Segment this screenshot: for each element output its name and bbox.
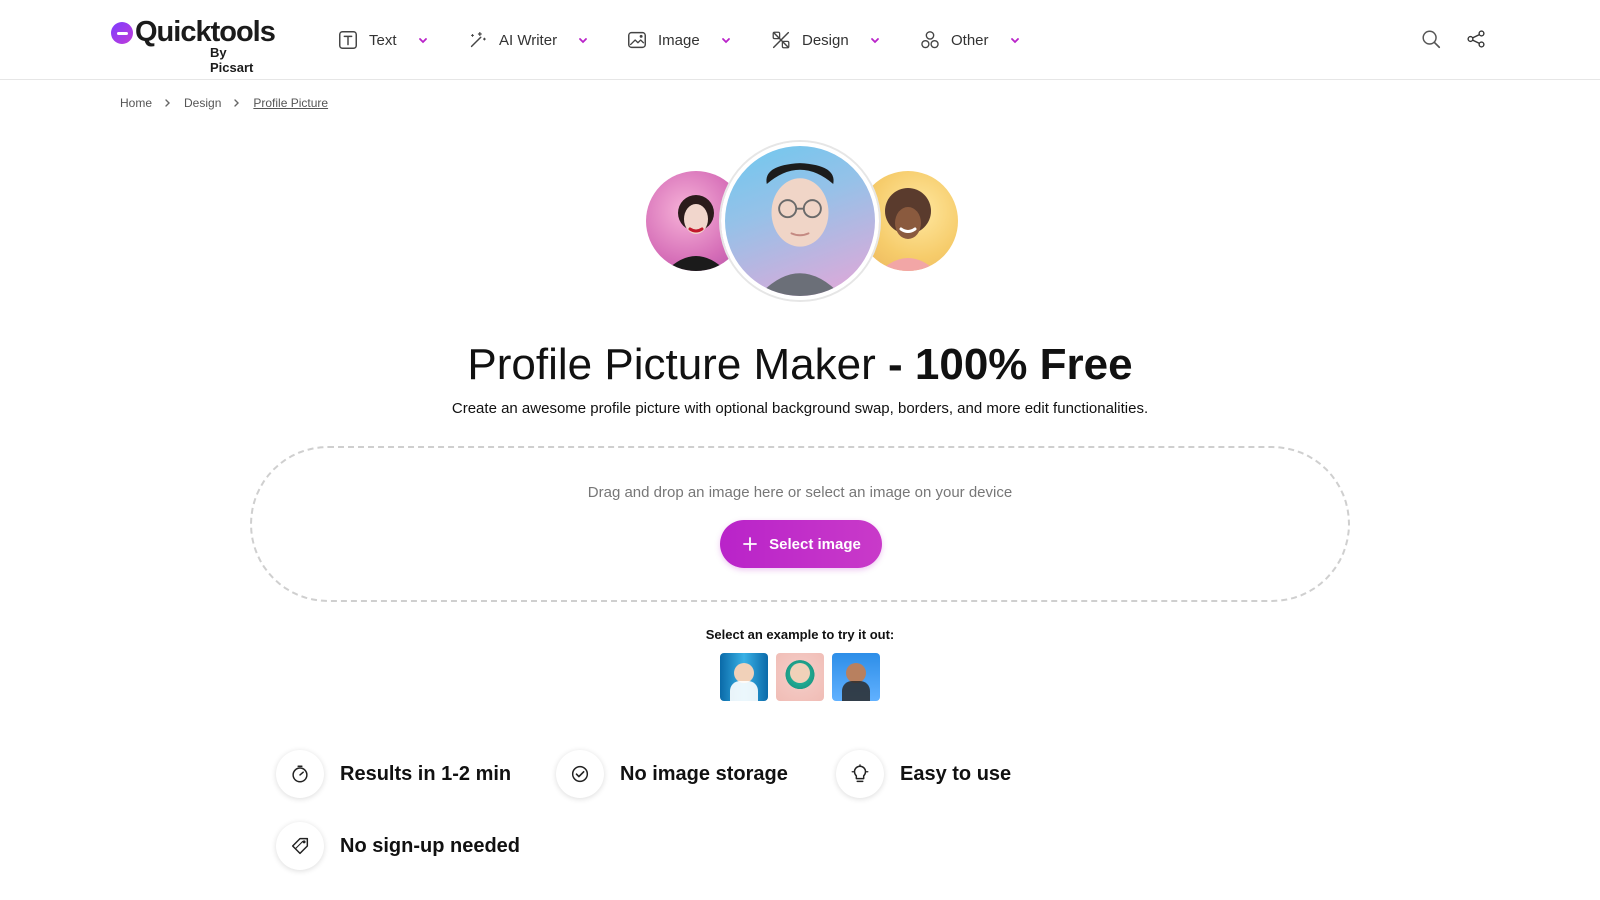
- feature-label-no-image-storage: No image storage: [620, 762, 788, 785]
- check-circle-icon: [569, 763, 591, 785]
- feature-icon-wrap: [276, 750, 324, 798]
- page-subtitle: Create an awesome profile picture with o…: [451, 400, 1149, 417]
- page-title-main: Profile Picture Maker: [467, 340, 888, 389]
- nav-label-text: Text: [369, 31, 397, 49]
- chevron-down-icon: [417, 34, 429, 46]
- quicktools-logo-mark: [111, 22, 133, 44]
- feature-easy-to-use: Easy to use: [836, 750, 1011, 798]
- magic-wand-icon: [467, 29, 489, 51]
- nav-label-image: Image: [658, 31, 700, 49]
- breadcrumb-current[interactable]: Profile Picture: [253, 96, 328, 110]
- feature-icon-wrap: [556, 750, 604, 798]
- chevron-down-icon: [869, 34, 881, 46]
- example-person-body: [730, 681, 758, 701]
- feature-icon-wrap: [276, 822, 324, 870]
- example-person-head: [846, 663, 866, 683]
- example-thumbnail-1[interactable]: [720, 653, 768, 701]
- nav-item-text[interactable]: Text: [337, 26, 429, 54]
- nav-item-other[interactable]: Other: [919, 26, 1021, 54]
- share-icon[interactable]: [1465, 28, 1487, 50]
- design-tools-icon: [770, 29, 792, 51]
- logo-subtitle: By Picsart: [210, 45, 254, 75]
- chevron-right-icon: [162, 97, 174, 109]
- feature-no-image-storage: No image storage: [556, 750, 788, 798]
- avatar-cluster: [640, 138, 960, 308]
- example-person-head: [790, 663, 810, 683]
- example-thumbnail-2[interactable]: [776, 653, 824, 701]
- text-box-icon: [337, 29, 359, 51]
- feature-no-sign-up: No sign-up needed: [276, 822, 520, 870]
- page-title: Profile Picture Maker - 100% Free: [0, 340, 1600, 390]
- nav-label-ai-writer: AI Writer: [499, 31, 558, 49]
- example-thumbnail-3[interactable]: [832, 653, 880, 701]
- breadcrumb: Home Design Profile Picture: [120, 96, 328, 110]
- example-label: Select an example to try it out:: [705, 627, 895, 642]
- feature-label-no-sign-up: No sign-up needed: [340, 834, 520, 857]
- breadcrumb-home[interactable]: Home: [120, 96, 152, 110]
- chevron-right-icon: [231, 97, 243, 109]
- tag-icon: [289, 835, 311, 857]
- avatar-man-featured: [721, 142, 879, 300]
- stopwatch-icon: [289, 763, 311, 785]
- shapes-icon: [919, 29, 941, 51]
- example-person-body: [842, 681, 870, 701]
- chevron-down-icon: [1009, 34, 1021, 46]
- image-dropzone[interactable]: Drag and drop an image here or select an…: [250, 446, 1350, 602]
- lightbulb-icon: [849, 763, 871, 785]
- dropzone-instructions: Drag and drop an image here or select an…: [587, 484, 1013, 501]
- nav-item-image[interactable]: Image: [626, 26, 732, 54]
- quicktools-logo[interactable]: Quicktools By Picsart: [111, 16, 276, 75]
- example-thumbnails: [720, 653, 882, 703]
- search-icon[interactable]: [1420, 28, 1442, 50]
- plus-icon: [741, 535, 759, 553]
- example-person-head: [734, 663, 754, 683]
- image-edit-icon: [626, 29, 648, 51]
- feature-results-time: Results in 1-2 min: [276, 750, 511, 798]
- nav-item-design[interactable]: Design: [770, 26, 881, 54]
- feature-label-results-time: Results in 1-2 min: [340, 762, 512, 785]
- breadcrumb-design[interactable]: Design: [184, 96, 221, 110]
- nav-item-ai-writer[interactable]: AI Writer: [467, 26, 589, 54]
- feature-icon-wrap: [836, 750, 884, 798]
- feature-label-easy-to-use: Easy to use: [900, 762, 1012, 785]
- page-title-strong: - 100% Free: [888, 340, 1133, 389]
- select-image-label: Select image: [769, 535, 861, 553]
- nav-label-design: Design: [802, 31, 849, 49]
- chevron-down-icon: [577, 34, 589, 46]
- select-image-button[interactable]: Select image: [720, 520, 882, 568]
- chevron-down-icon: [720, 34, 732, 46]
- nav-label-other: Other: [951, 31, 989, 49]
- top-navigation-bar: Quicktools By Picsart Text AI Writer Ima…: [0, 0, 1600, 80]
